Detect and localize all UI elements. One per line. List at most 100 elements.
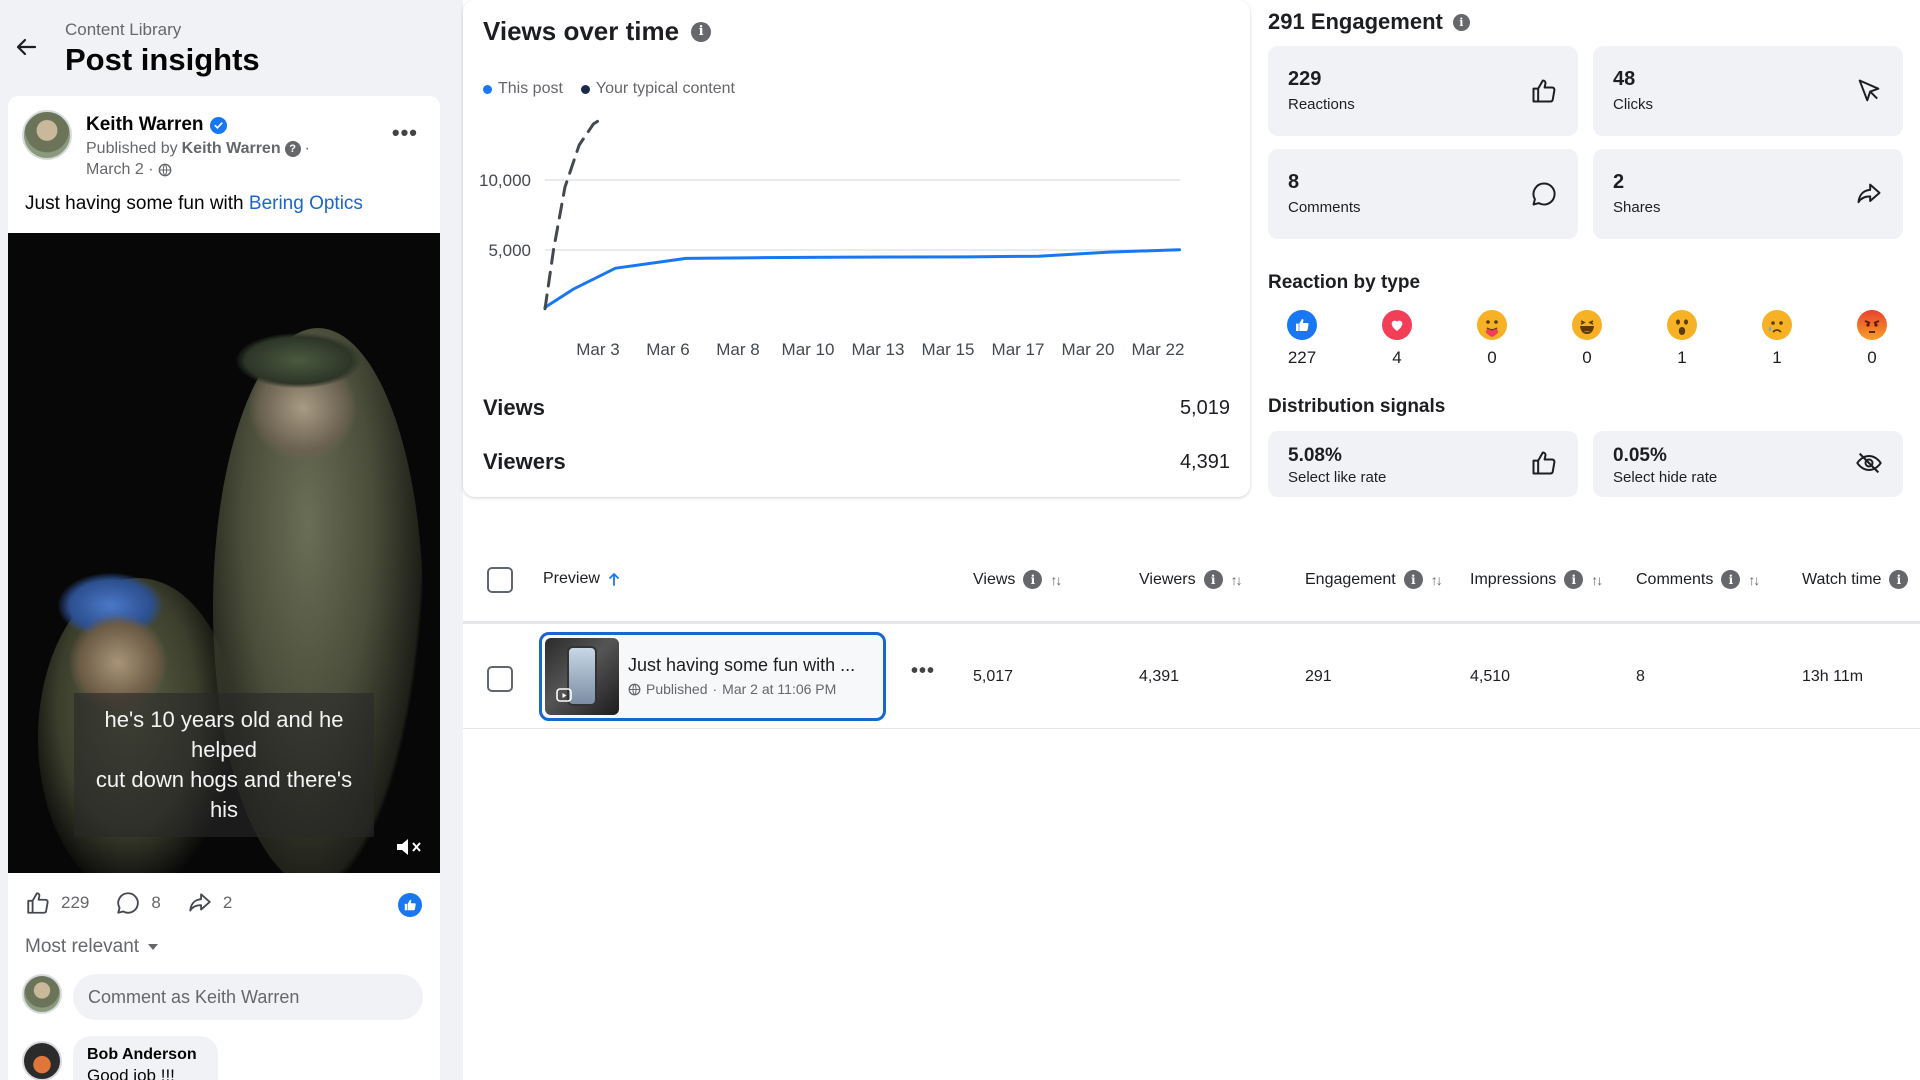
clicks-value: 48 xyxy=(1613,68,1636,90)
thumbs-up-icon xyxy=(1532,451,1556,475)
legend-this-post[interactable]: This post xyxy=(483,80,563,98)
column-preview-label: Preview xyxy=(543,570,600,587)
comment-sort-dropdown[interactable]: Most relevant xyxy=(25,936,159,958)
comment-author[interactable]: Bob Anderson xyxy=(87,1046,204,1064)
sort-icon[interactable]: ↑↓ xyxy=(1231,572,1243,588)
column-header-engagement[interactable]: Engagement i ↑↓ xyxy=(1305,570,1443,589)
video-figure-man-cap xyxy=(236,333,361,388)
row-checkbox[interactable] xyxy=(487,666,513,692)
question-icon[interactable]: ? xyxy=(284,141,301,157)
column-header-preview[interactable]: Preview xyxy=(543,570,620,588)
cell-views: 5,017 xyxy=(973,668,1014,685)
arrow-up-icon xyxy=(609,572,619,586)
info-icon[interactable]: i xyxy=(691,21,712,42)
table-row[interactable]: Just having some fun with ... Published … xyxy=(463,624,1920,729)
like-button[interactable]: 229 xyxy=(25,890,89,916)
angry-reaction-icon xyxy=(1857,310,1887,340)
reactions-value: 229 xyxy=(1288,68,1322,90)
sort-icon[interactable]: ↑↓ xyxy=(1591,572,1603,588)
legend-this-post-label: This post xyxy=(498,80,563,97)
caption-text: Just having some fun with xyxy=(25,193,249,214)
sort-icon[interactable]: ↑↓ xyxy=(1748,572,1760,588)
column-header-views[interactable]: Views i ↑↓ xyxy=(973,570,1062,589)
comment-bubble: Bob Anderson Good job !!! xyxy=(73,1036,218,1080)
distribution-signals-title: Distribution signals xyxy=(1268,396,1446,417)
column-header-impressions[interactable]: Impressions i ↑↓ xyxy=(1470,570,1603,589)
views-over-time-card: Views over time i This post Your typical… xyxy=(463,0,1250,497)
table-header: Preview Views i ↑↓ Viewers i ↑↓ Engageme… xyxy=(463,540,1920,624)
info-icon[interactable]: i xyxy=(1889,570,1909,589)
clicks-card[interactable]: 48 Clicks xyxy=(1593,46,1903,136)
info-icon[interactable]: i xyxy=(1203,570,1223,589)
reaction-angry: 0 xyxy=(1842,310,1902,368)
engagement-title-row: 291 Engagement i xyxy=(1268,9,1470,35)
breadcrumb[interactable]: Content Library xyxy=(65,20,181,40)
info-icon[interactable]: i xyxy=(1452,13,1470,31)
comment-author-avatar[interactable] xyxy=(22,1041,62,1080)
like-count: 229 xyxy=(61,893,90,912)
legend-typical-content[interactable]: Your typical content xyxy=(580,80,735,98)
x-tick-label: Mar 3 xyxy=(576,340,619,359)
author-name[interactable]: Keith Warren xyxy=(86,114,204,136)
share-button[interactable]: 2 xyxy=(187,890,232,916)
reactions-card[interactable]: 229 Reactions xyxy=(1268,46,1578,136)
sort-icon[interactable]: ↑↓ xyxy=(1431,572,1443,588)
comment-button[interactable]: 8 xyxy=(115,890,161,916)
care-reaction-icon xyxy=(1477,310,1507,340)
info-icon[interactable]: i xyxy=(1721,570,1741,589)
post-more-options-button[interactable]: ••• xyxy=(392,120,418,146)
published-by-name[interactable]: Keith Warren xyxy=(182,140,281,158)
shares-value: 2 xyxy=(1613,171,1625,193)
y-tick-label: 5,000 xyxy=(488,241,531,260)
select-all-checkbox[interactable] xyxy=(487,567,513,593)
caption-link[interactable]: Bering Optics xyxy=(249,193,363,214)
post-date[interactable]: March 2 · xyxy=(86,161,154,179)
comment-text: Good job !!! xyxy=(87,1066,175,1080)
globe-icon xyxy=(628,683,641,695)
comment-input[interactable]: Comment as Keith Warren xyxy=(73,974,423,1020)
reaction-like: 227 xyxy=(1272,310,1332,368)
column-header-viewers[interactable]: Viewers i ↑↓ xyxy=(1139,570,1243,589)
like-rate-card[interactable]: 5.08% Select like rate xyxy=(1268,431,1578,497)
viewers-label: Viewers xyxy=(483,449,566,474)
comment-icon xyxy=(1532,182,1556,206)
caret-down-icon xyxy=(148,944,159,950)
views-label: Views xyxy=(483,395,545,420)
views-card-title-row: Views over time i xyxy=(483,16,712,47)
video-subtitle: he's 10 years old and he helped cut down… xyxy=(74,693,374,837)
info-icon[interactable]: i xyxy=(1023,570,1043,589)
shares-label: Shares xyxy=(1613,199,1661,216)
column-impressions-label: Impressions xyxy=(1470,570,1557,588)
shares-card[interactable]: 2 Shares xyxy=(1593,149,1903,239)
cell-watch-time: 13h 11m xyxy=(1802,668,1864,685)
reel-icon xyxy=(556,688,572,702)
y-tick-label: 10,000 xyxy=(479,171,531,190)
column-header-watch-time[interactable]: Watch time i xyxy=(1802,570,1909,589)
post-video[interactable]: he's 10 years old and he helped cut down… xyxy=(8,233,440,873)
views-line-chart[interactable]: 10,000 5,000 Mar 3 Mar 6 Mar 8 Mar 10 Mar 13 Ma… xyxy=(463,110,1250,370)
author-name-row[interactable]: Keith Warren xyxy=(86,114,227,136)
author-avatar[interactable] xyxy=(22,110,72,160)
video-subtitle-line-2: cut down hogs and there's his xyxy=(95,767,353,822)
mute-icon[interactable] xyxy=(394,835,424,859)
reaction-by-type-title: Reaction by type xyxy=(1268,272,1421,293)
row-more-options-button[interactable]: ••• xyxy=(911,660,935,683)
x-tick-label: Mar 13 xyxy=(852,340,905,359)
x-tick-label: Mar 6 xyxy=(646,340,689,359)
comment-sort-label: Most relevant xyxy=(25,936,140,957)
like-rate-label: Select like rate xyxy=(1288,469,1387,486)
comments-card[interactable]: 8 Comments xyxy=(1268,149,1578,239)
post-preview-cell[interactable]: Just having some fun with ... Published … xyxy=(539,632,886,721)
arrow-left-icon xyxy=(16,38,37,56)
back-button[interactable] xyxy=(12,32,42,62)
angry-reaction-count: 0 xyxy=(1867,348,1877,367)
info-icon[interactable]: i xyxy=(1564,570,1584,589)
info-icon[interactable]: i xyxy=(1403,570,1423,589)
x-tick-label: Mar 17 xyxy=(992,340,1045,359)
haha-reaction-count: 0 xyxy=(1582,348,1592,367)
hide-rate-card[interactable]: 0.05% Select hide rate xyxy=(1593,431,1903,497)
sort-icon[interactable]: ↑↓ xyxy=(1050,572,1062,588)
column-header-comments[interactable]: Comments i ↑↓ xyxy=(1636,570,1760,589)
post-card: Keith Warren Published by Keith Warren ?… xyxy=(8,96,440,1080)
verified-badge-icon xyxy=(209,116,227,134)
